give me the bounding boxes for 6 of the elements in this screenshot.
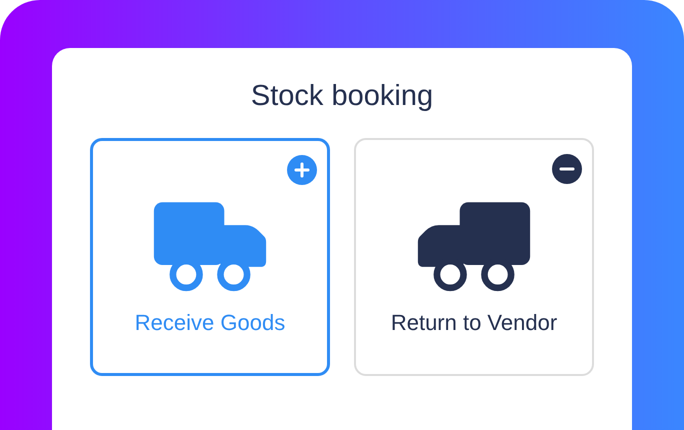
minus-icon bbox=[552, 154, 582, 184]
truck-icon bbox=[152, 200, 268, 292]
truck-icon bbox=[416, 200, 532, 292]
option-card[interactable]: Return to Vendor bbox=[354, 138, 594, 376]
dialog-title: Stock booking bbox=[250, 79, 434, 114]
plus-icon bbox=[287, 155, 317, 185]
